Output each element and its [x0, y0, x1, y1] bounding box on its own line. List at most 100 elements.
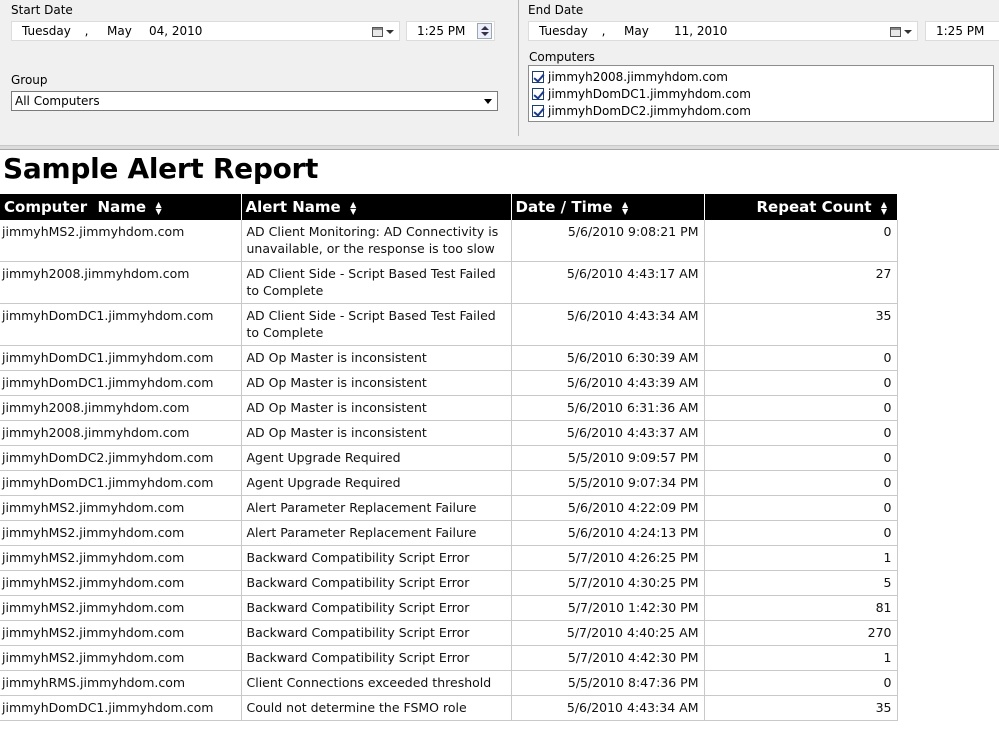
date-time-cell: 5/5/2010 9:07:34 PM — [511, 470, 705, 496]
date-time-cell: 5/6/2010 6:30:39 AM — [511, 345, 705, 371]
date-time-cell: 5/6/2010 4:43:37 AM — [511, 420, 705, 446]
computer-name-cell: jimmyh2008.jimmyhdom.com — [0, 420, 242, 446]
computer-name-cell: jimmyhDomDC1.jimmyhdom.com — [0, 345, 242, 371]
repeat-count-cell: 5 — [704, 570, 898, 596]
table-row: jimmyhMS2.jimmyhdom.com AD Client Monitor… — [0, 220, 898, 262]
alert-name-cell: Backward Compatibility Script Error — [241, 570, 512, 596]
table-row: jimmyhMS2.jimmyhdom.com Backward Compatib… — [0, 595, 898, 621]
repeat-count-cell: 1 — [704, 545, 898, 571]
start-day-year: 04, 2010 — [149, 24, 203, 38]
table-row: jimmyhDomDC1.jimmyhdom.com AD Op Master i… — [0, 345, 898, 371]
date-time-cell: 5/5/2010 8:47:36 PM — [511, 670, 705, 696]
end-time-value: 1:25 PM — [936, 24, 985, 38]
computer-name-cell: jimmyhRMS.jimmyhdom.com — [0, 670, 242, 696]
alert-name-cell: Agent Upgrade Required — [241, 445, 512, 471]
repeat-count-cell: 35 — [704, 695, 898, 721]
table-body: jimmyhMS2.jimmyhdom.com AD Client Monitor… — [0, 220, 898, 721]
repeat-count-cell: 0 — [704, 520, 898, 546]
table-row: jimmyhDomDC1.jimmyhdom.com Agent Upgrade … — [0, 470, 898, 496]
table-row: jimmyh2008.jimmyhdom.com AD Op Master is … — [0, 395, 898, 421]
repeat-count-cell: 81 — [704, 595, 898, 621]
report-title: Sample Alert Report — [3, 152, 319, 185]
start-calendar-dropdown-button[interactable] — [369, 24, 397, 39]
computer-item[interactable]: jimmyhDomDC1.jimmyhdom.com — [529, 85, 993, 102]
sort-arrows-icon[interactable]: ▲ ▼ — [621, 200, 630, 215]
table-row: jimmyhDomDC1.jimmyhdom.com AD Client Side… — [0, 303, 898, 346]
end-time-field[interactable]: 1:25 PM — [925, 21, 999, 41]
panel-divider — [518, 0, 519, 136]
group-dropdown-button[interactable] — [480, 93, 496, 109]
computer-item[interactable]: jimmyhDomDC2.jimmyhdom.com — [529, 102, 993, 119]
date-time-cell: 5/7/2010 4:30:25 PM — [511, 570, 705, 596]
alert-name-cell: AD Op Master is inconsistent — [241, 395, 512, 421]
alert-name-cell: Could not determine the FSMO role — [241, 695, 512, 721]
column-header-repeat-count[interactable]: Repeat Count ▲ ▼ — [704, 194, 898, 220]
chevron-down-icon — [484, 98, 492, 104]
chevron-down-icon — [904, 29, 912, 34]
end-date-label: End Date — [528, 3, 584, 17]
column-header-alert-name[interactable]: Alert Name ▲ ▼ — [241, 194, 512, 220]
computer-name-cell: jimmyhMS2.jimmyhdom.com — [0, 620, 242, 646]
computers-label: Computers — [529, 50, 595, 64]
start-time-field[interactable]: 1:25 PM — [406, 21, 495, 41]
checkbox-checked-icon[interactable] — [532, 87, 544, 100]
computer-item[interactable]: jimmyh2008.jimmyhdom.com — [529, 68, 993, 85]
computer-name-cell: jimmyh2008.jimmyhdom.com — [0, 261, 242, 304]
start-date-picker[interactable]: Tuesday , May 04, 2010 — [11, 21, 400, 41]
sort-arrows-icon[interactable]: ▲ ▼ — [349, 200, 358, 215]
report-parameters-panel: Start Date Tuesday , May 04, 2010 1:25 P… — [0, 0, 999, 146]
alert-name-cell: AD Op Master is inconsistent — [241, 345, 512, 371]
group-label: Group — [11, 73, 48, 87]
repeat-count-cell: 270 — [704, 620, 898, 646]
alert-name-cell: Client Connections exceeded threshold — [241, 670, 512, 696]
end-date-picker[interactable]: Tuesday , May 11, 2010 — [528, 21, 918, 41]
calendar-icon — [890, 26, 901, 37]
table-row: jimmyhMS2.jimmyhdom.com Backward Compatib… — [0, 645, 898, 671]
column-header-computer-name[interactable]: Computer Name ▲ ▼ — [0, 194, 242, 220]
start-time-spinner[interactable] — [477, 23, 492, 39]
column-header-date-time[interactable]: Date / Time ▲ ▼ — [511, 194, 705, 220]
table-row: jimmyhMS2.jimmyhdom.com Backward Compatib… — [0, 570, 898, 596]
date-time-cell: 5/6/2010 4:43:17 AM — [511, 261, 705, 304]
date-time-cell: 5/6/2010 4:43:34 AM — [511, 303, 705, 346]
panel-splitter[interactable] — [0, 146, 999, 150]
checkbox-checked-icon[interactable] — [532, 104, 544, 117]
date-time-cell: 5/6/2010 4:22:09 PM — [511, 495, 705, 521]
repeat-count-cell: 0 — [704, 495, 898, 521]
start-month: May — [107, 24, 132, 38]
alert-name-cell: Backward Compatibility Script Error — [241, 620, 512, 646]
computer-name-cell: jimmyhMS2.jimmyhdom.com — [0, 570, 242, 596]
group-select-value: All Computers — [15, 94, 100, 108]
group-select[interactable]: All Computers — [11, 91, 498, 111]
repeat-count-cell: 0 — [704, 420, 898, 446]
repeat-count-cell: 0 — [704, 345, 898, 371]
computer-name-cell: jimmyhMS2.jimmyhdom.com — [0, 645, 242, 671]
calendar-icon — [372, 26, 383, 37]
date-time-cell: 5/6/2010 4:43:34 AM — [511, 695, 705, 721]
table-row: jimmyh2008.jimmyhdom.com AD Client Side -… — [0, 261, 898, 304]
alert-name-cell: Alert Parameter Replacement Failure — [241, 520, 512, 546]
spin-down-icon[interactable] — [481, 32, 489, 36]
repeat-count-cell: 0 — [704, 395, 898, 421]
end-calendar-dropdown-button[interactable] — [887, 24, 915, 39]
computer-name-cell: jimmyhMS2.jimmyhdom.com — [0, 595, 242, 621]
end-day-year: 11, 2010 — [674, 24, 728, 38]
table-row: jimmyhDomDC2.jimmyhdom.com Agent Upgrade … — [0, 445, 898, 471]
repeat-count-cell: 0 — [704, 220, 898, 262]
end-weekday: Tuesday , — [539, 24, 606, 38]
alert-name-cell: AD Client Side - Script Based Test Faile… — [241, 303, 512, 346]
date-time-cell: 5/5/2010 9:09:57 PM — [511, 445, 705, 471]
start-time-value: 1:25 PM — [417, 24, 466, 38]
alert-name-cell: AD Client Side - Script Based Test Faile… — [241, 261, 512, 304]
computer-name-cell: jimmyhDomDC1.jimmyhdom.com — [0, 303, 242, 346]
computer-name-cell: jimmyhMS2.jimmyhdom.com — [0, 495, 242, 521]
computer-item-label: jimmyh2008.jimmyhdom.com — [548, 69, 728, 84]
computers-checklist: jimmyh2008.jimmyhdom.com jimmyhDomDC1.ji… — [528, 65, 994, 122]
spin-up-icon[interactable] — [481, 26, 489, 30]
sort-arrows-icon[interactable]: ▲ ▼ — [880, 200, 889, 215]
sort-arrows-icon[interactable]: ▲ ▼ — [154, 200, 163, 215]
computer-item-label: jimmyhDomDC2.jimmyhdom.com — [548, 103, 751, 118]
checkbox-checked-icon[interactable] — [532, 70, 544, 83]
table-row: jimmyhMS2.jimmyhdom.com Alert Parameter R… — [0, 495, 898, 521]
start-weekday: Tuesday , — [22, 24, 89, 38]
